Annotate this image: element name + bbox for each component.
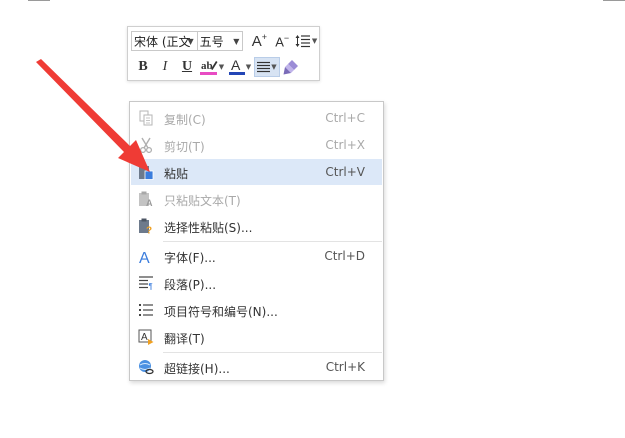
- svg-text:A: A: [231, 58, 241, 73]
- menu-item-label: 项目符号和编号(N)...: [164, 305, 278, 319]
- menu-item-label: 字体(F)...: [164, 251, 216, 265]
- font-icon: A: [139, 250, 150, 264]
- menu-item-shortcut: Ctrl+V: [325, 165, 365, 179]
- menu-item-hyperlink[interactable]: 超链接(H)... Ctrl+K: [131, 354, 382, 380]
- menu-item-font[interactable]: A 字体(F)... Ctrl+D: [131, 243, 382, 269]
- menu-item-paste-text-only[interactable]: A 只粘贴文本(T): [131, 186, 382, 212]
- svg-text:A: A: [139, 250, 150, 264]
- translate-icon: A: [138, 329, 154, 345]
- menu-item-label: 选择性粘贴(S)...: [164, 221, 253, 235]
- menu-separator: [163, 352, 382, 353]
- menu-item-label: 剪切(T): [164, 140, 205, 154]
- line-spacing-icon: [295, 35, 310, 48]
- font-name-value: 宋体 (正文: [134, 34, 191, 49]
- shrink-font-icon: A−: [275, 32, 290, 50]
- menu-item-shortcut: Ctrl+C: [325, 111, 365, 125]
- chevron-down-icon: ▼: [271, 63, 277, 71]
- format-painter-icon: [283, 60, 298, 75]
- svg-text:A: A: [146, 198, 153, 207]
- toolbar-row-1: 宋体 (正文 ▼ 五号 ▼ A+ A− ▼: [128, 30, 319, 52]
- chevron-down-icon: ▼: [218, 63, 225, 71]
- menu-item-bullets-numbering[interactable]: 项目符号和编号(N)...: [131, 297, 382, 323]
- paste-special-icon: ?: [139, 218, 152, 235]
- font-color-button[interactable]: A ▼: [226, 57, 254, 77]
- menu-item-label: 段落(P)...: [164, 278, 217, 292]
- grow-font-button[interactable]: A+: [247, 31, 271, 51]
- menu-item-label: 只粘贴文本(T): [164, 194, 241, 208]
- page-corner-mark-left: [28, 0, 50, 1]
- highlight-button[interactable]: ab ▼: [198, 57, 226, 77]
- chevron-down-icon: ▼: [233, 37, 240, 46]
- svg-text:?: ?: [146, 226, 152, 235]
- svg-text:ab: ab: [201, 60, 213, 72]
- menu-item-label: 复制(C): [164, 113, 206, 127]
- list-icon: [139, 304, 153, 316]
- menu-item-shortcut: Ctrl+D: [324, 249, 365, 263]
- menu-item-cut[interactable]: 剪切(T) Ctrl+X: [131, 132, 382, 158]
- scissors-icon: [139, 137, 153, 153]
- copy-icon: [139, 110, 153, 126]
- menu-item-copy[interactable]: 复制(C) Ctrl+C: [131, 105, 382, 131]
- shrink-font-button[interactable]: A−: [271, 31, 293, 51]
- menu-item-paste-special[interactable]: ? 选择性粘贴(S)...: [131, 213, 382, 239]
- context-menu: 复制(C) Ctrl+C 剪切(T) Ctrl+X 粘贴 Ctrl+V A 只粘…: [129, 101, 384, 381]
- chevron-down-icon: ▼: [187, 37, 194, 46]
- font-name-select[interactable]: 宋体 (正文 ▼: [131, 31, 198, 51]
- align-justify-icon: [257, 61, 271, 73]
- svg-text:¶: ¶: [149, 282, 153, 291]
- menu-item-label: 超链接(H)...: [164, 362, 230, 376]
- menu-item-translate[interactable]: A 翻译(T): [131, 324, 382, 350]
- grow-font-icon: A+: [251, 32, 267, 50]
- menu-item-shortcut: Ctrl+K: [325, 360, 365, 374]
- menu-item-label: 翻译(T): [164, 332, 205, 346]
- format-painter-button[interactable]: [280, 57, 302, 77]
- paragraph-icon: ¶: [139, 276, 153, 291]
- page-corner-mark-right: [603, 0, 625, 1]
- font-size-value: 五号: [199, 34, 224, 49]
- menu-item-label: 粘贴: [164, 167, 189, 181]
- font-color-icon: A: [228, 58, 245, 75]
- bold-button[interactable]: B: [132, 57, 154, 77]
- paste-icon: [139, 164, 154, 180]
- hyperlink-icon: [139, 360, 154, 375]
- svg-text:A: A: [141, 332, 148, 343]
- menu-separator: [163, 241, 382, 242]
- italic-button[interactable]: I: [154, 57, 176, 77]
- underline-icon: U: [181, 59, 193, 74]
- menu-item-paste[interactable]: 粘贴 Ctrl+V: [131, 159, 382, 185]
- italic-icon: I: [162, 59, 168, 74]
- highlighter-icon: ab: [199, 60, 218, 75]
- menu-item-shortcut: Ctrl+X: [325, 138, 365, 152]
- toolbar-row-2: B I U ab ▼ A ▼ ▼: [128, 56, 319, 78]
- align-button[interactable]: ▼: [254, 57, 280, 77]
- chevron-down-icon: ▼: [245, 63, 252, 71]
- bold-icon: B: [138, 59, 148, 74]
- floating-format-toolbar: 宋体 (正文 ▼ 五号 ▼ A+ A− ▼ B I U ab ▼ A ▼ ▼: [127, 26, 320, 81]
- menu-item-paragraph[interactable]: ¶ 段落(P)...: [131, 270, 382, 296]
- chevron-down-icon: ▼: [311, 37, 318, 45]
- paste-text-icon: A: [139, 191, 153, 207]
- line-spacing-button[interactable]: ▼: [293, 31, 319, 51]
- underline-button[interactable]: U: [176, 57, 198, 77]
- font-size-select[interactable]: 五号 ▼: [197, 31, 244, 51]
